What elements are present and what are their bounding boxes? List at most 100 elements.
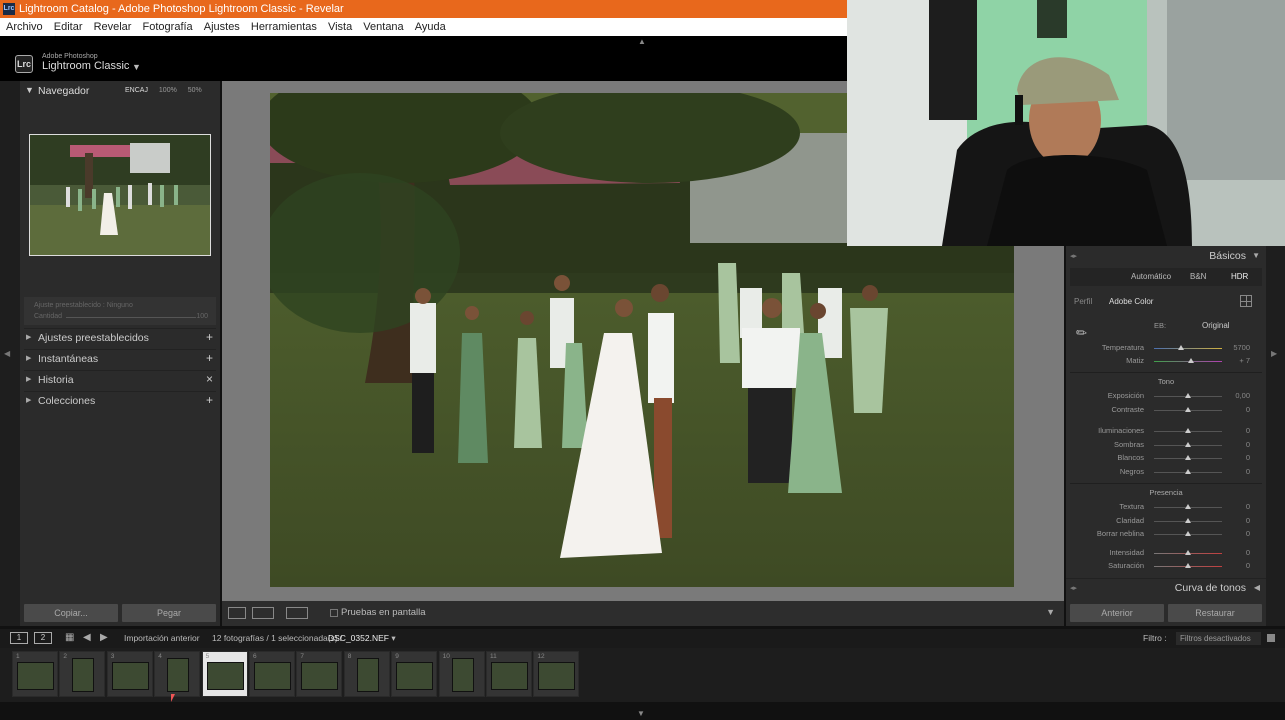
slider-value[interactable]: 0 [1246,467,1250,476]
thumbnail[interactable] [396,662,434,690]
slider-knob[interactable] [1185,407,1191,412]
slider-knob[interactable] [1185,504,1191,509]
filmstrip-cell[interactable]: 4 [154,651,201,697]
profile-value[interactable]: Adobe Color [1109,297,1153,306]
slider-knob[interactable] [1185,455,1191,460]
filmstrip-cell[interactable]: 6 [249,651,295,697]
grid-view-icon[interactable]: ▦ [65,632,74,643]
slider-knob[interactable] [1185,531,1191,536]
bw-button[interactable]: B&N [1190,272,1206,281]
slider-intensidad[interactable]: Intensidad 0 [1070,547,1262,559]
menu-ventana[interactable]: Ventana [363,18,403,36]
filmstrip-cell[interactable]: 5 [201,651,248,697]
filmstrip-cell[interactable]: 8 [343,651,390,697]
chevron-down-icon[interactable]: ▼ [132,62,141,72]
slider-knob[interactable] [1185,469,1191,474]
collapse-right-icon[interactable]: ▶ [1271,349,1277,358]
thumbnail[interactable] [72,658,95,692]
thumbnail[interactable] [206,662,244,690]
filmstrip-cell[interactable]: 12 [533,651,580,697]
previous-button[interactable]: Anterior [1070,604,1164,622]
slider-track[interactable] [1154,348,1222,349]
slider-claridad[interactable]: Claridad 0 [1070,515,1262,527]
hdr-button[interactable]: HDR [1231,272,1248,281]
slider-sombras[interactable]: Sombras 0 [1070,439,1262,451]
wb-row[interactable]: EB: Original [1070,318,1262,334]
filmstrip-cell[interactable]: 3 [106,651,153,697]
screen-1-button[interactable]: 1 [10,632,28,644]
thumbnail[interactable] [491,662,528,690]
thumbnail[interactable] [538,662,576,690]
before-after-icon[interactable] [252,607,274,619]
paste-button[interactable]: Pegar [122,604,216,622]
slider-knob[interactable] [1178,345,1185,350]
slider-value[interactable]: 0 [1246,502,1250,511]
slider-blancos[interactable]: Blancos 0 [1070,452,1262,464]
thumbnail[interactable] [17,662,54,690]
filmstrip-cell[interactable]: 10 [438,651,485,697]
slider-knob[interactable] [1185,518,1191,523]
menu-herramientas[interactable]: Herramientas [251,18,317,36]
slider-value[interactable]: 0 [1246,405,1250,414]
slider-textura[interactable]: Textura 0 [1070,501,1262,513]
slider-knob[interactable] [1185,393,1191,398]
amount-slider[interactable] [66,317,196,318]
loupe-view-icon[interactable] [228,607,246,619]
slider-value[interactable]: 0 [1246,426,1250,435]
filmstrip-cell[interactable]: 9 [391,651,438,697]
thumbnail[interactable] [356,658,379,692]
menu-fotografia[interactable]: Fotografía [143,18,193,36]
navigator-header[interactable]: ▼ Navegador ENCAJ 100% 50% [24,84,216,100]
slider-temperatura[interactable]: Temperatura 5700 [1070,342,1262,354]
slider-knob[interactable] [1185,428,1191,433]
panel-lock-icon[interactable]: ◂▸ [1070,252,1077,260]
soft-proof-checkbox[interactable] [330,609,338,617]
slider-value[interactable]: 0 [1246,453,1250,462]
wb-value[interactable]: Original [1202,321,1230,330]
back-icon[interactable]: ◀ [83,632,91,643]
thumbnail[interactable] [301,662,339,690]
slider-negros[interactable]: Negros 0 [1070,466,1262,478]
profile-browser-icon[interactable] [1240,295,1252,307]
add-icon[interactable]: + [206,393,213,407]
slider-exposición[interactable]: Exposición 0,00 [1070,390,1262,402]
right-panel-edge[interactable]: ▶ [1266,246,1285,626]
slider-value[interactable]: 0 [1246,548,1250,557]
toolbar-menu-icon[interactable]: ▼ [1046,607,1055,617]
forward-icon[interactable]: ▶ [100,632,108,643]
zoom-50[interactable]: 50% [188,87,202,94]
compare-view-icon[interactable] [286,607,308,619]
slider-knob[interactable] [1185,550,1191,555]
profile-row[interactable]: Perfil Adobe Color [1070,292,1262,310]
thumbnail[interactable] [254,662,291,690]
left-panel-edge[interactable]: ◀ [0,81,20,626]
slider-value[interactable]: 0 [1246,516,1250,525]
section-collections[interactable]: ▶ Colecciones + [24,391,216,410]
filmstrip-cell[interactable]: 1 [12,651,58,697]
lock-icon[interactable] [1267,634,1275,642]
filmstrip-cell[interactable]: 7 [296,651,343,697]
filmstrip-cell[interactable]: 2 [59,651,106,697]
menu-ajustes[interactable]: Ajustes [204,18,240,36]
slider-value[interactable]: 0 [1246,561,1250,570]
bottom-panel-toggle-icon[interactable]: ▼ [637,709,645,718]
menu-ayuda[interactable]: Ayuda [415,18,446,36]
slider-value[interactable]: 5700 [1233,343,1250,352]
menu-revelar[interactable]: Revelar [94,18,132,36]
collapse-left-icon[interactable]: ◀ [4,349,10,358]
slider-value[interactable]: 0,00 [1235,391,1250,400]
add-icon[interactable]: + [206,330,213,344]
slider-value[interactable]: 0 [1246,440,1250,449]
thumbnail[interactable] [451,658,474,692]
clear-icon[interactable]: × [206,372,213,386]
add-icon[interactable]: + [206,351,213,365]
slider-knob[interactable] [1188,358,1195,363]
auto-button[interactable]: Automático [1131,272,1171,281]
reset-button[interactable]: Restaurar [1168,604,1262,622]
menu-archivo[interactable]: Archivo [6,18,43,36]
zoom-fit[interactable]: ENCAJ [125,87,148,94]
filmstrip-cell[interactable]: 11 [486,651,532,697]
slider-matiz[interactable]: Matiz + 7 [1070,355,1262,367]
zoom-100[interactable]: 100% [159,87,177,94]
copy-button[interactable]: Copiar... [24,604,118,622]
